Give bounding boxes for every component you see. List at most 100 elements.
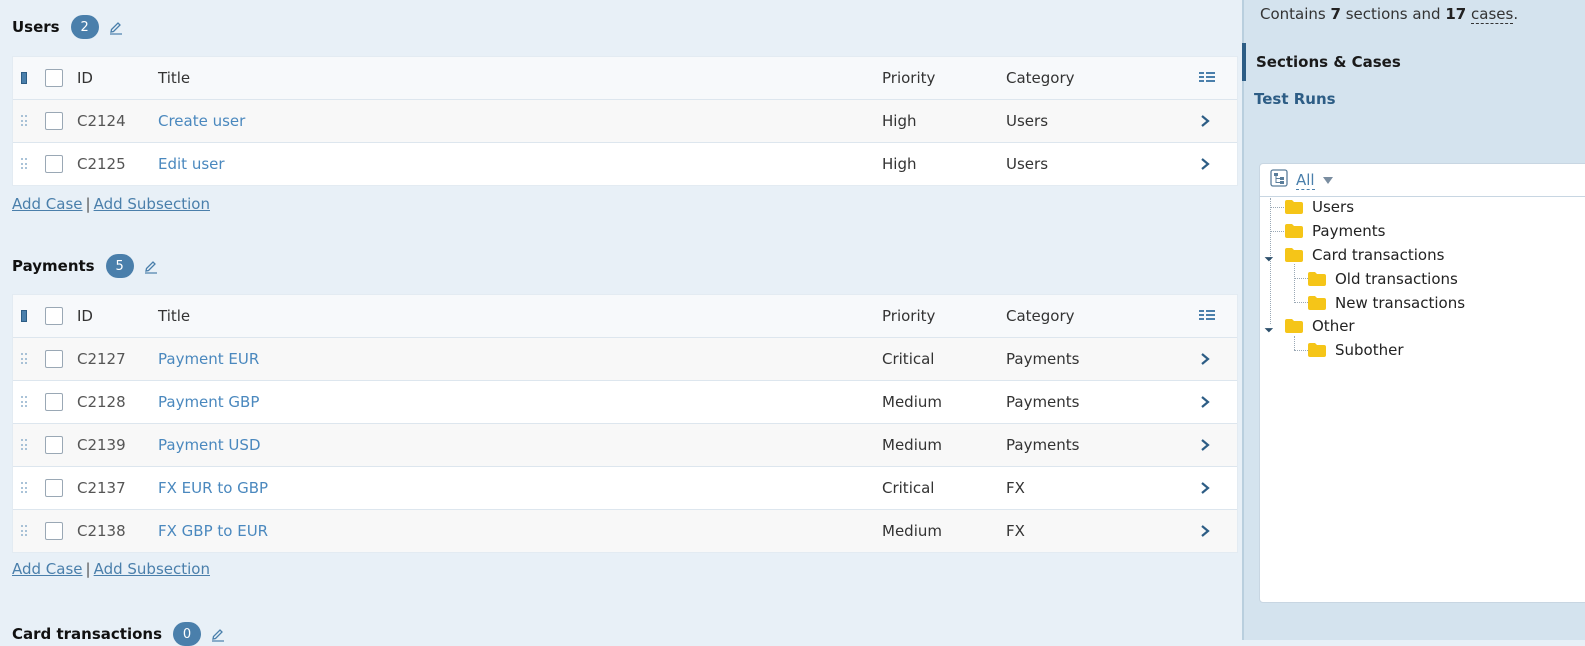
- tree-node-label: Old transactions: [1335, 270, 1458, 288]
- column-priority[interactable]: Priority: [882, 295, 935, 337]
- case-title-link[interactable]: Payment EUR: [158, 338, 259, 380]
- case-category: Users: [1006, 155, 1049, 173]
- row-checkbox[interactable]: [45, 338, 63, 380]
- table-row[interactable]: C2137 FX EUR to GBP Critical FX: [13, 466, 1237, 509]
- collapse-toggle-icon[interactable]: [1264, 319, 1278, 333]
- chevron-right-icon[interactable]: [1199, 100, 1211, 142]
- tree-node-other[interactable]: Other: [1285, 315, 1355, 337]
- pencil-icon[interactable]: [109, 20, 123, 35]
- tree-node-label: New transactions: [1335, 294, 1466, 312]
- chevron-right-icon[interactable]: [1199, 424, 1211, 466]
- tree-node-old-transactions[interactable]: Old transactions: [1308, 268, 1458, 290]
- tree-node-subother[interactable]: Subother: [1308, 339, 1404, 361]
- chevron-right-icon[interactable]: [1199, 381, 1211, 423]
- table-header: ID Title Priority Category: [13, 57, 1237, 99]
- column-id[interactable]: ID: [77, 295, 93, 337]
- summary-middle: sections and: [1345, 5, 1441, 23]
- case-id: C2127: [77, 350, 126, 368]
- nav-label: Sections & Cases: [1256, 53, 1401, 71]
- suite-summary: Contains 7 sections and 17 cases.: [1260, 5, 1518, 24]
- case-id: C2139: [77, 436, 126, 454]
- case-id: C2128: [77, 393, 126, 411]
- drag-grip-icon[interactable]: [21, 100, 31, 142]
- drag-grip-icon[interactable]: [21, 467, 31, 509]
- section-title: Users: [12, 18, 60, 36]
- chevron-right-icon[interactable]: [1199, 510, 1211, 552]
- case-title-link[interactable]: FX EUR to GBP: [158, 467, 268, 509]
- drag-grip-icon[interactable]: [21, 424, 31, 466]
- add-case-link[interactable]: Add Case: [12, 195, 83, 213]
- nav-test-runs[interactable]: Test Runs: [1254, 90, 1336, 108]
- column-id[interactable]: ID: [77, 57, 93, 99]
- chevron-right-icon[interactable]: [1199, 467, 1211, 509]
- drag-handle-header: [21, 295, 31, 337]
- case-priority: Critical: [882, 479, 935, 497]
- table-row[interactable]: C2128 Payment GBP Medium Payments: [13, 380, 1237, 423]
- columns-config-icon[interactable]: [1199, 57, 1215, 99]
- count-badge: 0: [173, 622, 202, 646]
- drag-grip-icon[interactable]: [21, 143, 31, 185]
- columns-config-icon[interactable]: [1199, 295, 1215, 337]
- pencil-icon[interactable]: [211, 627, 225, 642]
- row-checkbox[interactable]: [45, 381, 63, 423]
- case-priority: Medium: [882, 522, 942, 540]
- actions-separator: |: [85, 560, 91, 578]
- add-subsection-link[interactable]: Add Subsection: [94, 560, 210, 578]
- chevron-right-icon[interactable]: [1199, 143, 1211, 185]
- case-id: C2138: [77, 522, 126, 540]
- actions-separator: |: [85, 195, 91, 213]
- row-checkbox[interactable]: [45, 143, 63, 185]
- case-title-link[interactable]: Payment USD: [158, 424, 261, 466]
- table-row[interactable]: C2125 Edit user High Users: [13, 142, 1237, 185]
- count-badge: 2: [70, 15, 99, 39]
- collapse-toggle-icon[interactable]: [1264, 248, 1278, 262]
- select-all-checkbox[interactable]: [45, 57, 63, 99]
- select-all-checkbox[interactable]: [45, 295, 63, 337]
- case-title-link[interactable]: Create user: [158, 100, 245, 142]
- add-case-link[interactable]: Add Case: [12, 560, 83, 578]
- row-checkbox[interactable]: [45, 510, 63, 552]
- sections-count: 7: [1330, 5, 1341, 23]
- nav-sections-cases[interactable]: Sections & Cases: [1242, 43, 1585, 81]
- table-row[interactable]: C2139 Payment USD Medium Payments: [13, 423, 1237, 466]
- cases-link[interactable]: cases: [1471, 5, 1514, 24]
- tree-node-payments[interactable]: Payments: [1285, 220, 1385, 242]
- column-category[interactable]: Category: [1006, 295, 1075, 337]
- case-id: C2124: [77, 112, 126, 130]
- pencil-icon[interactable]: [144, 259, 158, 274]
- case-title-link[interactable]: Payment GBP: [158, 381, 259, 423]
- table-row[interactable]: C2124 Create user High Users: [13, 99, 1237, 142]
- section-tree: All Users Payments Card transactions Old…: [1259, 163, 1585, 603]
- case-category: FX: [1006, 479, 1025, 497]
- tree-node-users[interactable]: Users: [1285, 196, 1354, 218]
- table-row[interactable]: C2127 Payment EUR Critical Payments: [13, 337, 1237, 380]
- dropdown-caret-icon[interactable]: [1322, 176, 1333, 184]
- column-category[interactable]: Category: [1006, 57, 1075, 99]
- column-title[interactable]: Title: [158, 57, 190, 99]
- filter-dropdown[interactable]: All: [1296, 171, 1315, 190]
- column-priority[interactable]: Priority: [882, 57, 935, 99]
- row-checkbox[interactable]: [45, 424, 63, 466]
- cases-count: 17: [1445, 5, 1467, 23]
- case-title-link[interactable]: FX GBP to EUR: [158, 510, 268, 552]
- folder-icon: [1285, 200, 1303, 214]
- table-row[interactable]: C2138 FX GBP to EUR Medium FX: [13, 509, 1237, 552]
- drag-grip-icon[interactable]: [21, 381, 31, 423]
- case-title-link[interactable]: Edit user: [158, 143, 225, 185]
- row-checkbox[interactable]: [45, 467, 63, 509]
- tree-node-card-transactions[interactable]: Card transactions: [1285, 244, 1444, 266]
- section-header-users: Users 2: [12, 15, 123, 39]
- drag-grip-icon[interactable]: [21, 338, 31, 380]
- case-category: Users: [1006, 112, 1049, 130]
- column-title[interactable]: Title: [158, 295, 190, 337]
- section-header-card-transactions: Card transactions 0: [12, 622, 225, 646]
- row-checkbox[interactable]: [45, 100, 63, 142]
- summary-prefix: Contains: [1260, 5, 1326, 23]
- case-id: C2137: [77, 479, 126, 497]
- tree-node-new-transactions[interactable]: New transactions: [1308, 292, 1465, 314]
- folder-icon: [1285, 248, 1303, 262]
- add-subsection-link[interactable]: Add Subsection: [94, 195, 210, 213]
- tree-hierarchy-icon[interactable]: [1270, 169, 1288, 191]
- chevron-right-icon[interactable]: [1199, 338, 1211, 380]
- drag-grip-icon[interactable]: [21, 510, 31, 552]
